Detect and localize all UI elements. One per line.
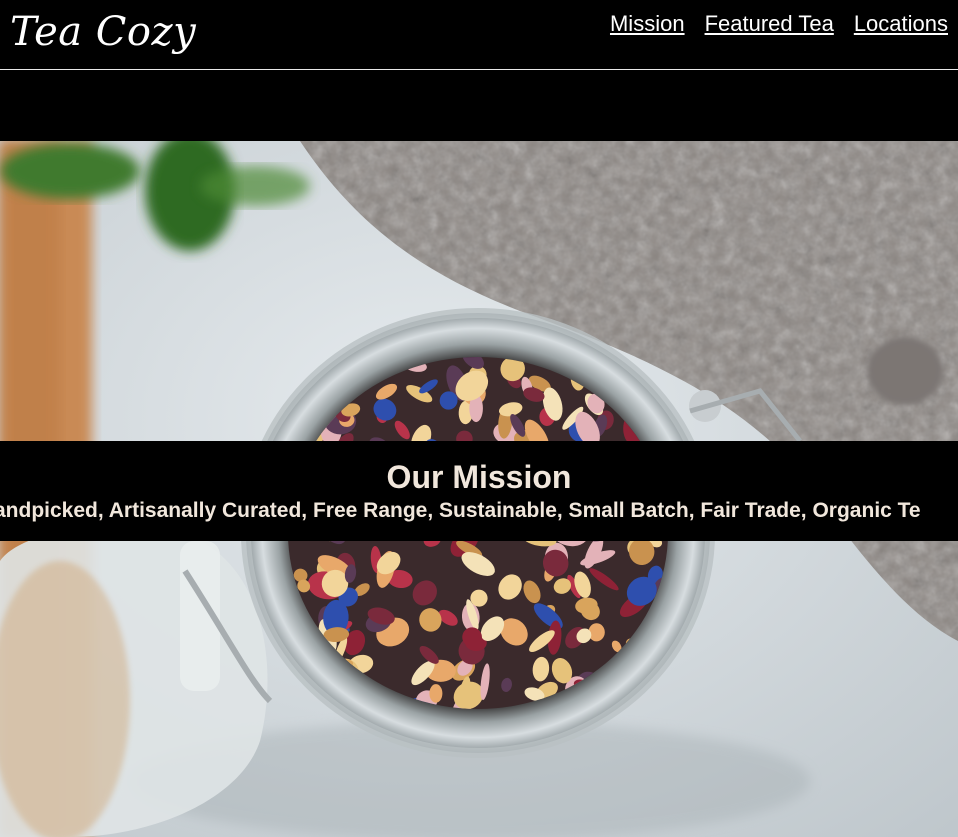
site-header: Tea Cozy Mission Featured Tea Locations xyxy=(0,0,958,70)
mission-tagline: andpicked, Artisanally Curated, Free Ran… xyxy=(0,499,921,522)
mission-banner: Our Mission andpicked, Artisanally Curat… xyxy=(0,441,958,541)
nav-link-locations[interactable]: Locations xyxy=(854,10,948,38)
logo[interactable]: Tea Cozy xyxy=(10,6,196,58)
mission-heading: Our Mission xyxy=(386,459,572,495)
tea-leaf-flake xyxy=(429,684,443,703)
header-spacer xyxy=(0,70,958,141)
nav-link-mission[interactable]: Mission xyxy=(610,10,685,38)
nav-link-featured-tea[interactable]: Featured Tea xyxy=(705,10,834,38)
main-nav: Mission Featured Tea Locations xyxy=(610,10,948,38)
